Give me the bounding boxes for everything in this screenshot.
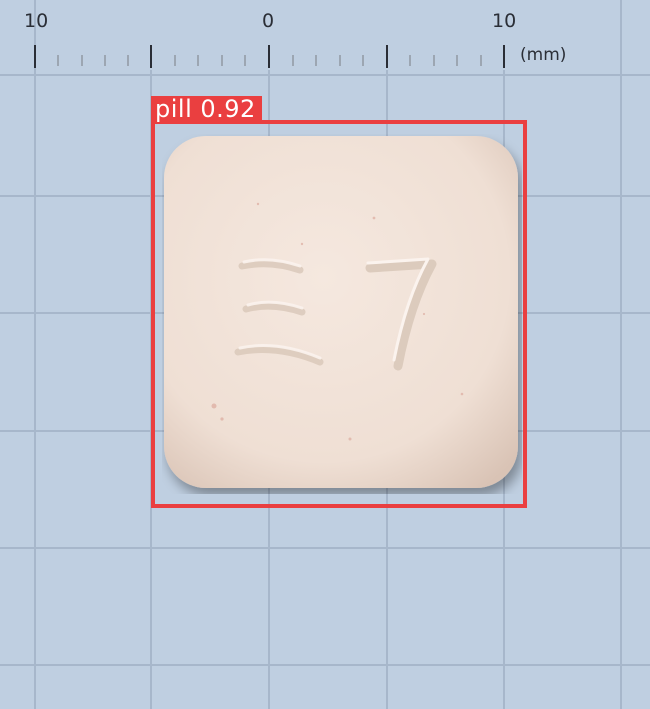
detection-label: pill 0.92: [151, 95, 262, 123]
detection-bounding-box: [151, 120, 527, 508]
mm-ruler: [34, 45, 505, 68]
ruler-label-center: 0: [262, 10, 275, 32]
ruler-label-right: 10: [492, 10, 517, 32]
ruler-label-left: 10: [24, 10, 49, 32]
detection-confidence: 0.92: [200, 95, 256, 123]
ruler-unit: (mm): [520, 45, 567, 65]
detection-class: pill: [155, 95, 193, 123]
